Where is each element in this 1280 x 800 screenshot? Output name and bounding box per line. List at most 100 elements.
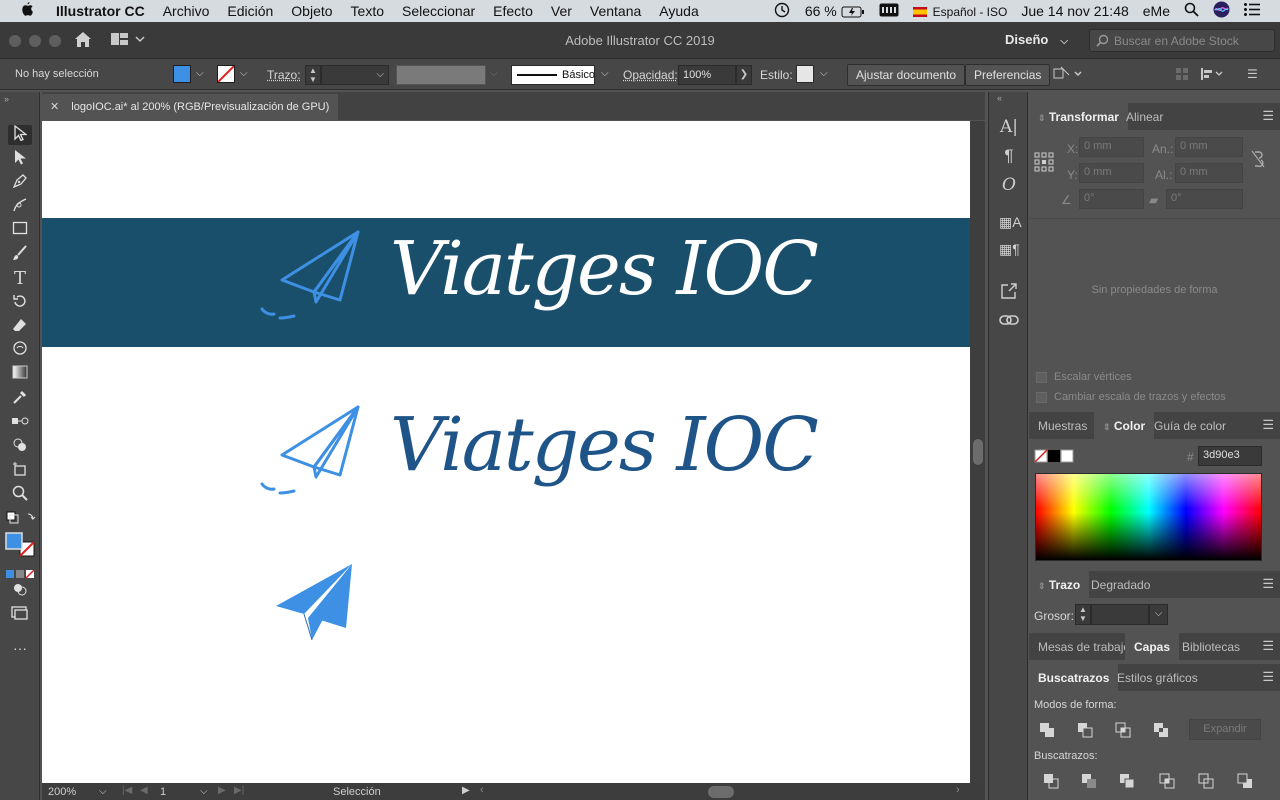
outline-icon[interactable] — [1198, 773, 1214, 792]
control-bar-menu-icon[interactable]: ☰ — [1247, 67, 1258, 81]
zoom-level-field[interactable]: 200% — [48, 786, 76, 798]
spotlight-search-icon[interactable] — [1184, 2, 1199, 20]
battery-status[interactable]: 66 % — [805, 3, 865, 19]
tab-guia-de-color[interactable]: Guía de color — [1145, 412, 1235, 439]
tab-muestras[interactable]: Muestras — [1029, 412, 1096, 439]
artboard-tool-icon[interactable] — [8, 461, 32, 481]
divide-icon[interactable] — [1043, 773, 1059, 792]
gradient-tool-icon[interactable] — [8, 365, 32, 385]
links-panel-icon[interactable] — [999, 312, 1019, 334]
opacity-field[interactable]: 100% — [678, 65, 736, 85]
stroke-none-swatch[interactable] — [217, 65, 235, 83]
fill-color-swatch[interactable] — [173, 65, 191, 83]
menu-efecto[interactable]: Efecto — [493, 3, 533, 19]
tab-degradado[interactable]: Degradado — [1082, 571, 1159, 598]
paper-plane-solid-icon[interactable] — [274, 562, 356, 642]
draw-mode-icon[interactable] — [8, 582, 32, 602]
warp-tool-icon[interactable] — [8, 341, 32, 361]
x-field[interactable]: 0 mm — [1079, 137, 1144, 157]
variable-width-profile[interactable] — [396, 65, 486, 85]
opacity-label[interactable]: Opacidad: — [623, 68, 678, 82]
input-source-menu[interactable]: Español - ISO — [912, 3, 1007, 19]
workspace-switcher[interactable]: Diseño ⌵ — [1005, 32, 1068, 47]
direct-selection-tool-icon[interactable] — [8, 149, 32, 169]
paper-plane-outline-icon[interactable] — [256, 405, 366, 500]
artboard-number-field[interactable]: 1 — [160, 786, 166, 798]
scale-corners-checkbox[interactable]: Escalar vértices — [1036, 371, 1132, 383]
color-spectrum[interactable] — [1035, 473, 1262, 561]
stroke-weight-field[interactable]: ⌵ — [321, 65, 389, 85]
expand-button[interactable]: Expandir — [1189, 719, 1261, 740]
stroke-label[interactable]: Trazo: — [267, 68, 301, 82]
character-panel-icon[interactable]: A| — [999, 117, 1019, 139]
artboard-chevron-icon[interactable]: ⌵ — [200, 786, 208, 797]
reference-point-icon[interactable] — [1034, 152, 1054, 175]
first-artboard-icon[interactable]: |◀ — [122, 785, 132, 796]
menubar-clock[interactable]: Jue 14 nov 21:48 — [1021, 3, 1128, 19]
panel-menu-icon[interactable]: ☰ — [1262, 108, 1274, 124]
swap-fill-stroke-icon[interactable] — [4, 510, 38, 530]
merge-icon[interactable] — [1119, 773, 1135, 792]
adjust-document-button[interactable]: Ajustar documento — [847, 64, 966, 86]
unite-icon[interactable] — [1039, 722, 1055, 741]
selection-tool-icon[interactable] — [8, 124, 32, 145]
fill-chevron-icon[interactable]: ⌵ — [196, 68, 204, 79]
expand-panels-icon[interactable]: « — [997, 93, 1002, 103]
trim-icon[interactable] — [1081, 773, 1097, 792]
logo-text-blue[interactable]: Viatges IOC — [390, 402, 819, 488]
tab-buscatrazos[interactable]: Buscatrazos — [1029, 664, 1119, 691]
scale-strokes-checkbox[interactable]: Cambiar escala de trazos y efectos — [1036, 391, 1226, 403]
panel-menu-icon[interactable]: ☰ — [1262, 417, 1274, 433]
menu-ventana[interactable]: Ventana — [590, 3, 641, 19]
rectangle-tool-icon[interactable] — [8, 221, 32, 241]
window-minimize-button[interactable] — [29, 35, 41, 47]
tab-alinear[interactable]: Alinear — [1117, 103, 1172, 130]
brush-definition[interactable]: Básico — [511, 65, 595, 85]
eraser-tool-icon[interactable] — [8, 317, 32, 337]
horizontal-scrollbar-thumb[interactable] — [708, 786, 734, 798]
siri-icon[interactable] — [1213, 1, 1230, 21]
menu-ayuda[interactable]: Ayuda — [659, 3, 698, 19]
menu-texto[interactable]: Texto — [351, 3, 384, 19]
constrain-proportions-icon[interactable] — [1250, 150, 1266, 171]
menu-app-name[interactable]: Illustrator CC — [56, 3, 145, 19]
color-quick-swatches[interactable] — [1034, 449, 1074, 466]
graphic-style-swatch[interactable] — [796, 65, 814, 83]
hex-color-field[interactable]: 3d90e3 — [1198, 446, 1262, 466]
intersect-icon[interactable] — [1115, 722, 1131, 741]
menu-archivo[interactable]: Archivo — [163, 3, 210, 19]
menu-objeto[interactable]: Objeto — [291, 3, 332, 19]
last-artboard-icon[interactable]: ▶| — [234, 785, 244, 796]
menu-edicion[interactable]: Edición — [227, 3, 273, 19]
paragraph-styles-icon[interactable]: ▦¶ — [999, 241, 1020, 263]
distribute-icon[interactable] — [1200, 67, 1224, 84]
align-icon[interactable] — [1175, 67, 1189, 84]
tab-trazo[interactable]: ⇕ Trazo — [1029, 571, 1090, 598]
window-zoom-button[interactable] — [49, 35, 61, 47]
rotate-tool-icon[interactable] — [8, 293, 32, 313]
tab-transformar[interactable]: ⇕ Transformar — [1029, 103, 1128, 130]
opacity-arrow-icon[interactable]: ❯ — [736, 65, 752, 85]
preferences-button[interactable]: Preferencias — [965, 64, 1051, 86]
panel-menu-icon[interactable]: ☰ — [1262, 669, 1274, 685]
pen-tool-icon[interactable] — [8, 173, 32, 193]
fill-stroke-swatches[interactable] — [5, 532, 37, 562]
tab-estilos-graficos[interactable]: Estilos gráficos — [1108, 664, 1207, 691]
stock-search-input[interactable]: Buscar en Adobe Stock — [1089, 29, 1275, 52]
zoom-chevron-icon[interactable]: ⌵ — [99, 786, 107, 797]
vertical-scrollbar[interactable] — [970, 121, 985, 783]
more-tools-icon[interactable]: ··· — [8, 638, 32, 658]
transform-again-icon[interactable] — [1053, 66, 1083, 85]
scroll-right-icon[interactable]: › — [956, 784, 960, 796]
paintbrush-tool-icon[interactable] — [8, 245, 32, 265]
tab-capas[interactable]: Capas — [1125, 633, 1180, 660]
scrollbar-thumb[interactable] — [973, 439, 983, 465]
menubar-user[interactable]: eMe — [1143, 3, 1170, 19]
eyedropper-tool-icon[interactable] — [8, 389, 32, 409]
screen-mode-icon[interactable] — [8, 606, 32, 626]
zoom-tool-icon[interactable] — [8, 485, 32, 505]
stroke-weight-input[interactable] — [1091, 604, 1149, 625]
crop-icon[interactable] — [1159, 773, 1175, 792]
type-tool-icon[interactable]: T — [8, 269, 32, 289]
opentype-panel-icon[interactable]: O — [999, 175, 1019, 197]
